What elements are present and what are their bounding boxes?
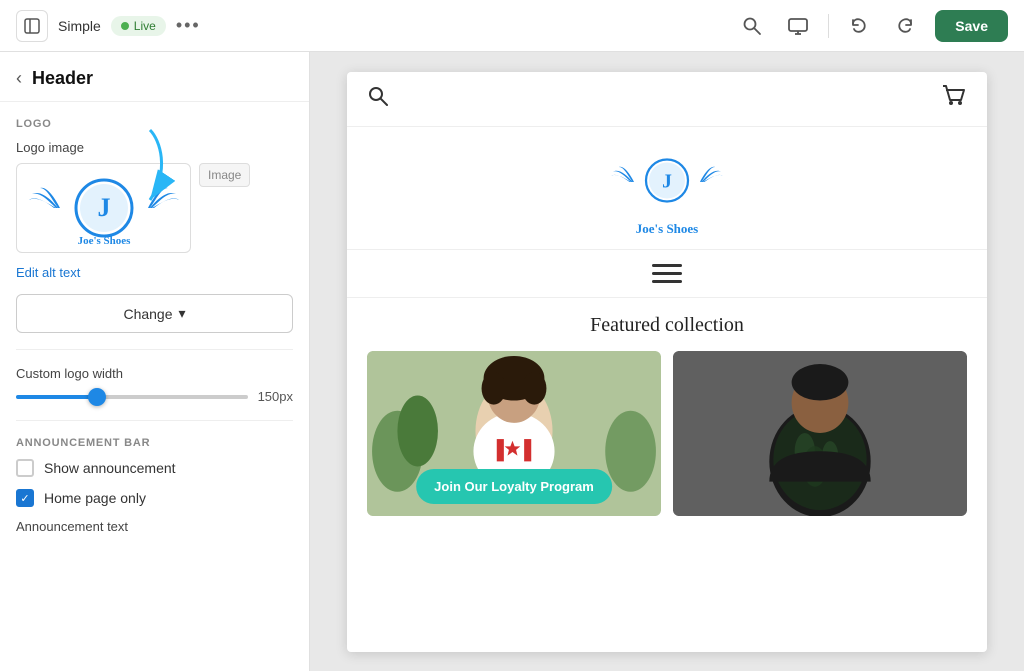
custom-logo-width-label: Custom logo width <box>16 366 293 381</box>
svg-text:J: J <box>97 193 110 222</box>
edit-alt-text-link[interactable]: Edit alt text <box>16 265 293 280</box>
hamburger-line-3 <box>652 280 682 283</box>
change-button[interactable]: Change ▾ <box>16 294 293 333</box>
save-button[interactable]: Save <box>935 10 1008 42</box>
home-page-only-checkbox[interactable] <box>16 489 34 507</box>
show-announcement-checkbox[interactable] <box>16 459 34 477</box>
preview-frame: J Joe's Shoes Featured collection <box>347 72 987 652</box>
search-toolbar-button[interactable] <box>736 10 768 42</box>
home-page-only-row: Home page only <box>16 489 293 507</box>
logo-preview-image: J Joe's Shoes <box>24 168 184 248</box>
toolbar: Simple Live ••• Save <box>0 0 1024 52</box>
toolbar-divider <box>828 14 829 38</box>
logo-width-slider[interactable] <box>16 395 248 399</box>
toolbar-left: Simple Live ••• <box>16 10 724 42</box>
change-button-arrow: ▾ <box>179 305 186 322</box>
hamburger-line-2 <box>652 272 682 275</box>
loyalty-button-label: Join Our Loyalty Program <box>434 479 594 494</box>
redo-button[interactable] <box>889 10 921 42</box>
monitor-button[interactable] <box>782 10 814 42</box>
logo-section: LOGO Logo image <box>0 102 309 349</box>
slider-thumb[interactable] <box>88 388 106 406</box>
slider-value: 150px <box>258 389 293 404</box>
product-image-2 <box>673 351 967 516</box>
panel-title: Header <box>32 68 93 89</box>
logo-image-label: Logo image <box>16 140 293 155</box>
announcement-bar-label: ANNOUNCEMENT BAR <box>16 437 293 449</box>
home-page-only-label: Home page only <box>44 490 146 506</box>
loyalty-program-button[interactable]: Join Our Loyalty Program <box>416 469 612 504</box>
featured-collection-title: Featured collection <box>367 314 967 337</box>
undo-button[interactable] <box>843 10 875 42</box>
site-name: Simple <box>58 18 101 34</box>
logo-image-container: J Joe's Shoes Image <box>16 163 293 253</box>
exit-button[interactable] <box>16 10 48 42</box>
preview-logo-name: Joe's Shoes <box>636 221 698 237</box>
product-card-1[interactable]: Join Our Loyalty Program <box>367 351 661 516</box>
live-label: Live <box>134 19 156 33</box>
image-label[interactable]: Image <box>199 163 250 187</box>
svg-text:Joe's Shoes: Joe's Shoes <box>77 235 131 247</box>
right-preview: J Joe's Shoes Featured collection <box>310 52 1024 671</box>
hamburger-line-1 <box>652 264 682 267</box>
logo-width-section: Custom logo width 150px <box>0 350 309 420</box>
change-button-label: Change <box>123 306 172 322</box>
toolbar-right: Save <box>736 10 1008 42</box>
panel-header: ‹ Header <box>0 52 309 102</box>
hamburger-icon[interactable] <box>652 264 682 283</box>
svg-text:J: J <box>662 171 672 192</box>
main-layout: ‹ Header LOGO Logo image <box>0 52 1024 671</box>
more-options-button[interactable]: ••• <box>176 15 201 36</box>
logo-image-box[interactable]: J Joe's Shoes <box>16 163 191 253</box>
announcement-bar-section: ANNOUNCEMENT BAR Show announcement Home … <box>0 421 309 550</box>
announcement-text-label: Announcement text <box>16 519 293 534</box>
preview-logo-area: J Joe's Shoes <box>347 127 987 250</box>
preview-search-icon <box>367 85 389 113</box>
preview-header-bar <box>347 72 987 127</box>
live-dot <box>121 22 129 30</box>
featured-section: Featured collection <box>347 298 987 532</box>
product-card-2[interactable] <box>673 351 967 516</box>
hamburger-area <box>347 250 987 298</box>
panel-back-button[interactable]: ‹ <box>16 68 22 89</box>
logo-section-label: LOGO <box>16 118 293 130</box>
show-announcement-label: Show announcement <box>44 460 176 476</box>
live-badge: Live <box>111 16 166 36</box>
products-grid: Join Our Loyalty Program <box>367 351 967 516</box>
show-announcement-row: Show announcement <box>16 459 293 477</box>
preview-logo: J <box>607 147 727 217</box>
slider-row: 150px <box>16 389 293 404</box>
preview-cart-icon <box>941 84 967 114</box>
left-panel: ‹ Header LOGO Logo image <box>0 52 310 671</box>
